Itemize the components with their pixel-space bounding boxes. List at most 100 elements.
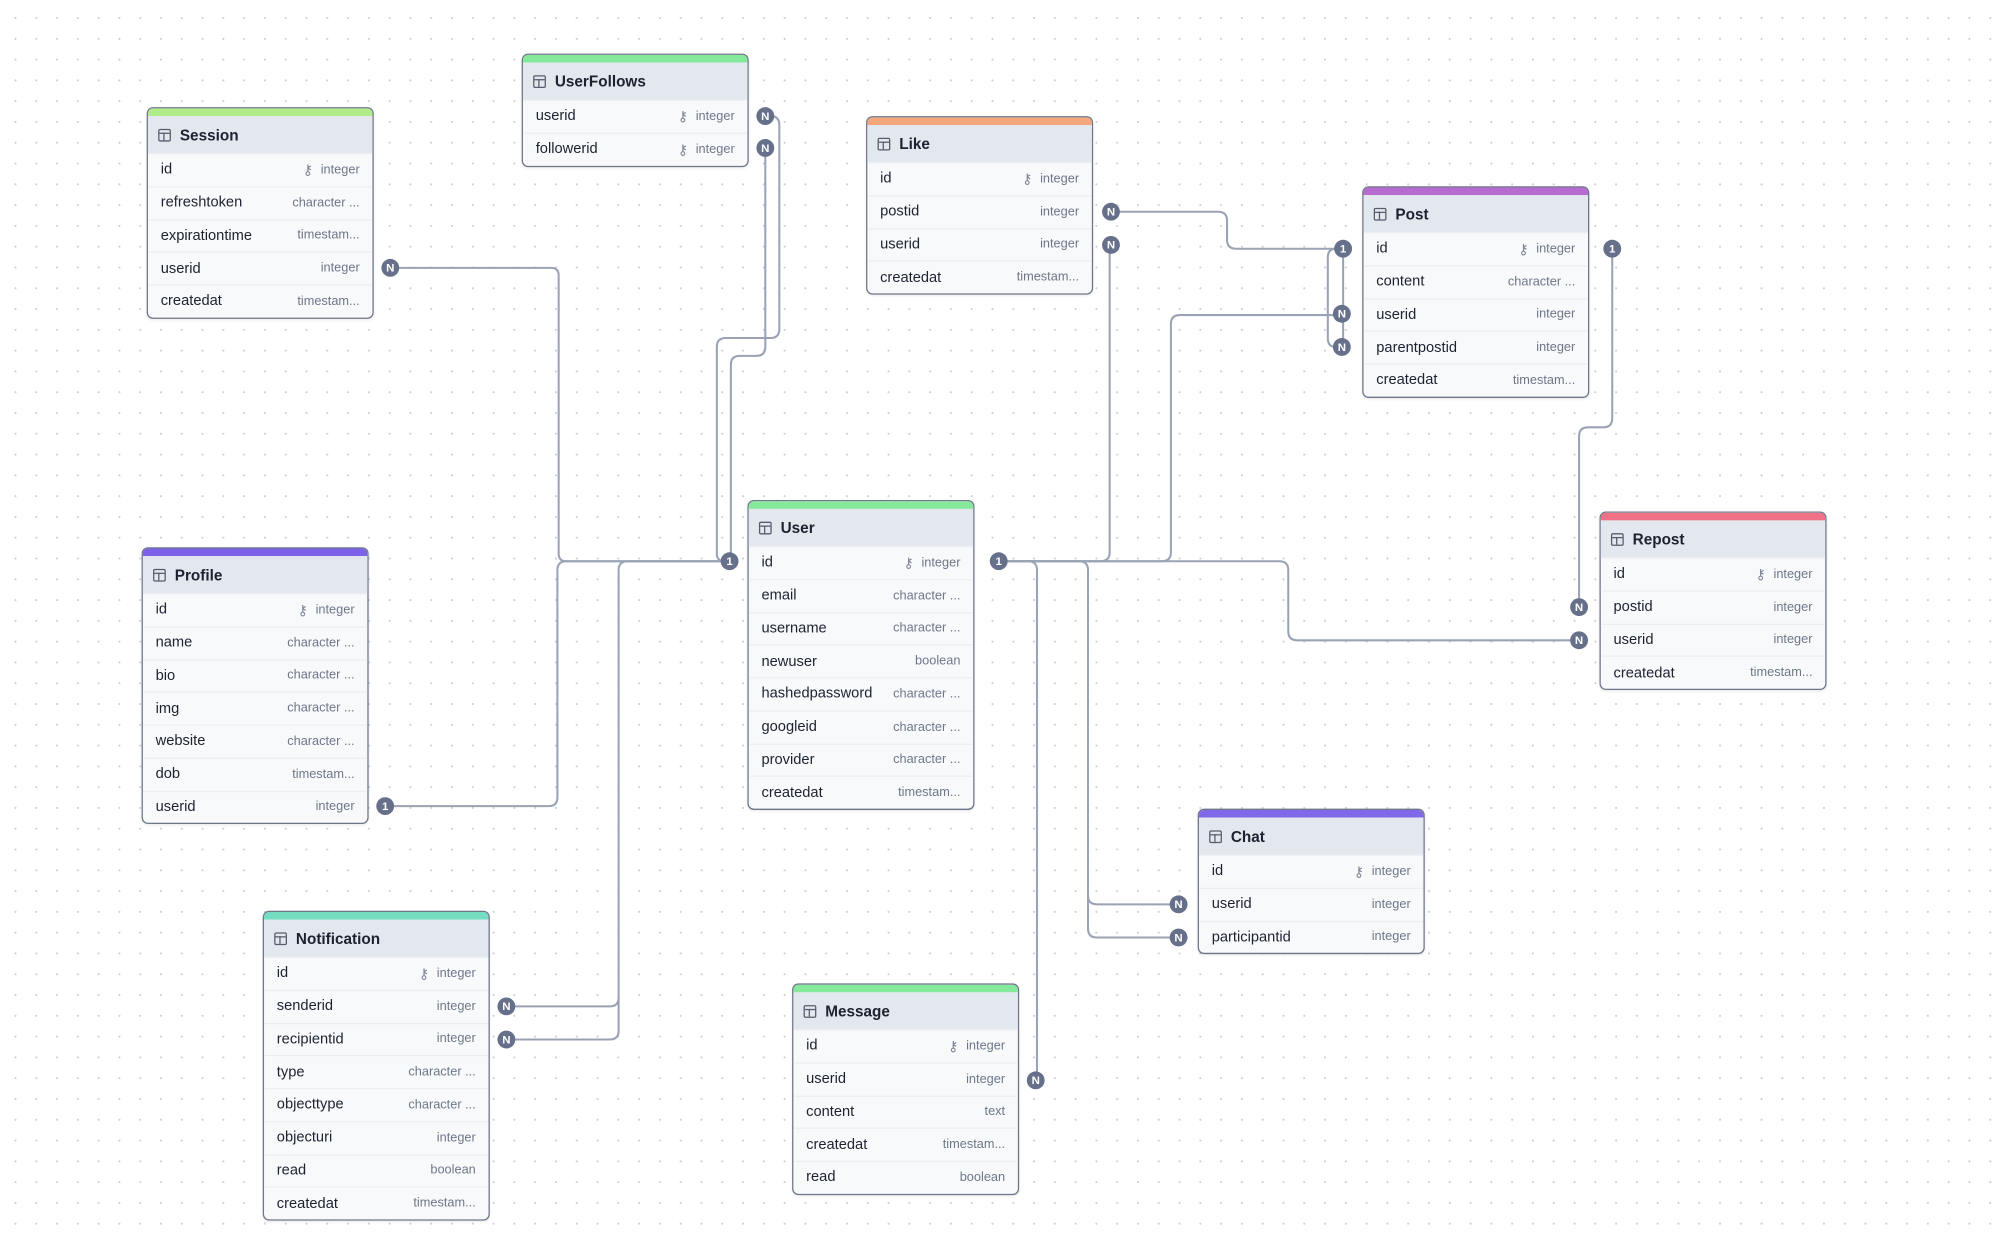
table-like[interactable]: Like id ⚷ integer postid integer userid integer… — [866, 116, 1094, 295]
table-color-bar — [1198, 809, 1424, 818]
column-row[interactable]: provider character ... — [748, 742, 974, 776]
relationship-edge[interactable] — [382, 266, 739, 563]
relationship-edge[interactable] — [1007, 560, 1187, 906]
column-row[interactable]: userid integer — [1363, 297, 1589, 331]
relationship-edge[interactable] — [1103, 210, 1351, 250]
relationship-edge[interactable] — [1326, 247, 1350, 348]
column-row[interactable]: type character ... — [264, 1055, 489, 1088]
column-row[interactable]: img character ... — [142, 691, 368, 725]
column-row[interactable]: postid integer — [867, 194, 1092, 228]
column-name: hashedpassword — [761, 686, 873, 703]
column-row[interactable]: userid ⚷ integer — [522, 99, 748, 132]
relationship-edge[interactable] — [1007, 314, 1350, 563]
column-row[interactable]: createdat timestam... — [147, 284, 373, 317]
column-row[interactable]: content character ... — [1363, 264, 1589, 298]
column-row[interactable]: recipientid integer — [264, 1022, 489, 1055]
column-row[interactable]: followerid ⚷ integer — [522, 132, 748, 165]
column-row[interactable]: id ⚷ integer — [264, 956, 489, 990]
column-type: integer — [320, 261, 360, 276]
table-profile[interactable]: Profile id ⚷ integer name character ... bio cha… — [141, 547, 369, 825]
table-userfollows[interactable]: UserFollows userid ⚷ integer followerid ⚷ inte… — [521, 53, 749, 167]
column-row[interactable]: userid integer — [1600, 623, 1826, 656]
diagram-canvas[interactable]: UserFollows userid ⚷ integer followerid ⚷ inte… — [0, 0, 2000, 1240]
column-row[interactable]: participantid integer — [1198, 920, 1424, 953]
column-type: integer — [695, 142, 735, 157]
table-header[interactable]: Message — [793, 992, 1018, 1030]
column-name: googleid — [761, 719, 817, 735]
table-user[interactable]: User id ⚷ integer email character ... username… — [747, 499, 975, 810]
table-header[interactable]: Notification — [264, 919, 489, 957]
column-row[interactable]: id ⚷ integer — [142, 593, 368, 626]
column-type: character ... — [893, 687, 961, 702]
column-name: name — [155, 635, 193, 651]
table-session[interactable]: Session id ⚷ integer refreshtoken character .… — [146, 107, 374, 319]
table-repost[interactable]: Repost id ⚷ integer postid integer userid integ… — [1599, 511, 1827, 691]
column-row[interactable]: objecturi integer — [264, 1120, 489, 1154]
column-row[interactable]: id ⚷ integer — [1600, 557, 1826, 590]
column-name: userid — [880, 237, 921, 253]
column-name: read — [806, 1170, 836, 1186]
column-row[interactable]: content text — [793, 1095, 1018, 1128]
column-name: id — [1613, 566, 1625, 583]
relationship-edge[interactable] — [1007, 560, 1587, 642]
column-row[interactable]: bio character ... — [142, 658, 368, 692]
table-header[interactable]: Repost — [1600, 520, 1826, 558]
column-row[interactable]: createdat timestam... — [793, 1127, 1018, 1161]
table-header[interactable]: Like — [867, 124, 1092, 162]
column-row[interactable]: userid integer — [147, 251, 373, 285]
column-row[interactable]: read boolean — [264, 1153, 489, 1187]
column-row[interactable]: objecttype character ... — [264, 1088, 489, 1121]
column-row[interactable]: id ⚷ integer — [147, 153, 373, 186]
column-row[interactable]: postid integer — [1600, 590, 1826, 623]
column-type: character ... — [408, 1098, 476, 1113]
table-message[interactable]: Message id ⚷ integer userid integer content tex… — [792, 983, 1020, 1195]
column-type: character ... — [1507, 275, 1576, 290]
column-row[interactable]: createdat timestam... — [867, 260, 1092, 294]
table-header[interactable]: Post — [1363, 195, 1589, 233]
column-row[interactable]: username character ... — [748, 611, 974, 645]
table-header[interactable]: Session — [147, 116, 373, 154]
table-header[interactable]: Profile — [142, 556, 368, 594]
column-row[interactable]: expirationtime timestam... — [147, 218, 373, 252]
column-row[interactable]: createdat timestam... — [1363, 363, 1589, 397]
table-header[interactable]: Chat — [1198, 817, 1424, 855]
column-row[interactable]: googleid character ... — [748, 710, 974, 743]
column-row[interactable]: userid integer — [867, 227, 1092, 261]
column-row[interactable]: newuser boolean — [748, 644, 974, 677]
relationship-edge[interactable] — [498, 560, 721, 1008]
column-row[interactable]: createdat timestam... — [1600, 655, 1826, 689]
column-row[interactable]: senderid integer — [264, 989, 489, 1022]
column-row[interactable]: id ⚷ integer — [867, 161, 1092, 195]
column-row[interactable]: website character ... — [142, 724, 368, 757]
table-post[interactable]: Post id ⚷ integer content character ... userid… — [1362, 186, 1590, 398]
table-notification[interactable]: Notification id ⚷ integer senderid integer rec… — [262, 910, 490, 1221]
column-row[interactable]: createdat timestam... — [264, 1186, 489, 1220]
column-type: character ... — [287, 636, 355, 651]
column-row[interactable]: createdat timestam... — [748, 775, 974, 809]
column-row[interactable]: id ⚷ integer — [748, 545, 974, 579]
column-row[interactable]: email character ... — [748, 578, 974, 612]
column-row[interactable]: name character ... — [142, 625, 368, 659]
column-type: integer — [436, 999, 476, 1014]
column-row[interactable]: hashedpassword character ... — [748, 677, 974, 710]
column-row[interactable]: id ⚷ integer — [1198, 854, 1424, 888]
relationship-edge[interactable] — [715, 115, 781, 563]
column-row[interactable]: id ⚷ integer — [1363, 232, 1589, 265]
column-name: email — [761, 588, 797, 604]
column-row[interactable]: userid integer — [793, 1062, 1018, 1095]
column-row[interactable]: userid integer — [1198, 887, 1424, 920]
cardinality-badge: 1 — [720, 552, 739, 571]
column-row[interactable]: userid integer — [142, 790, 368, 823]
column-name: postid — [880, 204, 920, 220]
table-chat[interactable]: Chat id ⚷ integer userid integer participantid… — [1197, 808, 1425, 955]
table-header[interactable]: User — [748, 508, 974, 546]
column-row[interactable]: parentpostid integer — [1363, 330, 1589, 364]
column-row[interactable]: dob timestam... — [142, 757, 368, 790]
column-row[interactable]: read boolean — [793, 1160, 1018, 1194]
relationship-edge[interactable] — [377, 560, 721, 808]
column-type: integer — [1040, 237, 1080, 252]
table-header[interactable]: UserFollows — [522, 62, 748, 100]
column-row[interactable]: refreshtoken character ... — [147, 185, 373, 219]
relationship-edge[interactable] — [498, 997, 620, 1041]
column-row[interactable]: id ⚷ integer — [793, 1029, 1018, 1062]
